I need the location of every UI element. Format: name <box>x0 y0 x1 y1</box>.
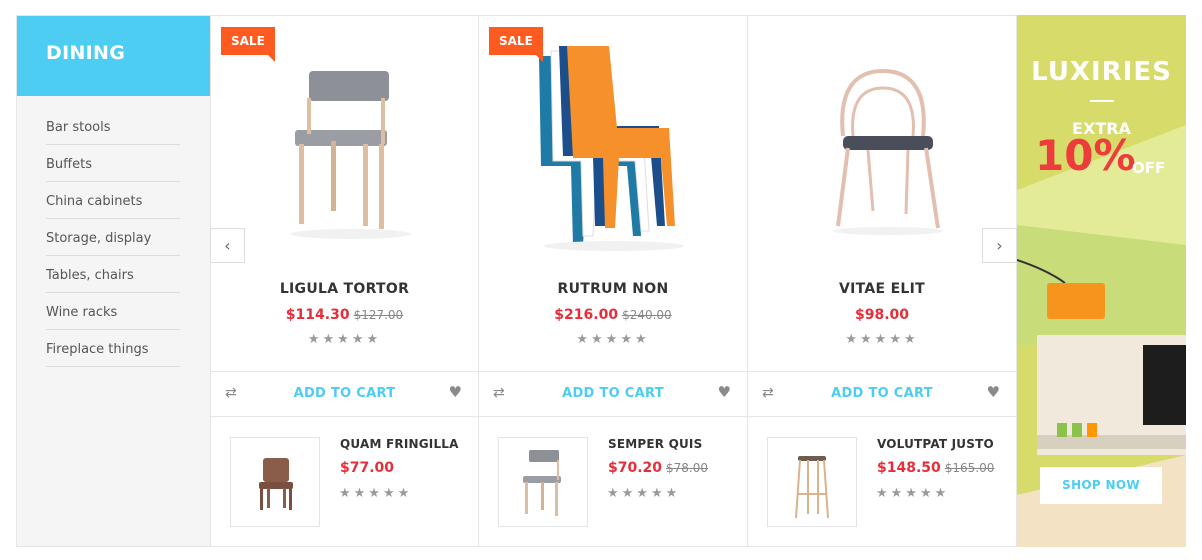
product-prices: $114.30 $127.00 <box>211 307 478 323</box>
product-card: SALE LIGULA TORTOR $114.30 $127.00 ★★★★★ … <box>210 16 479 546</box>
category-item[interactable]: Bar stools <box>46 108 180 145</box>
product-name[interactable]: RUTRUM NON <box>479 281 747 297</box>
product-card: SALE RUTRUM NON $216.00 $240.00 ★★★★★ ⇄ A… <box>479 16 748 546</box>
category-item[interactable]: China cabinets <box>46 182 180 219</box>
mini-product-price: $148.50 <box>877 460 941 476</box>
mini-product-prices: $70.20 $78.00 <box>608 460 708 476</box>
mini-product-old-price: $165.00 <box>944 461 995 475</box>
banner-title: LUXIRIES <box>1031 57 1172 87</box>
category-item[interactable]: Storage, display <box>46 219 180 256</box>
mini-product-old-price: $78.00 <box>666 461 709 475</box>
rating-stars: ★★★★★ <box>576 332 650 347</box>
mini-product: VOLUTPAT JUSTO $148.50 $165.00 ★★★★★ <box>748 418 1016 546</box>
category-item[interactable]: Fireplace things <box>46 330 180 367</box>
mini-rating-stars: ★★★★★ <box>607 486 681 501</box>
mini-product-image[interactable] <box>767 437 857 527</box>
product-actions: ⇄ ADD TO CART ♥ <box>748 371 1016 417</box>
carousel-prev-button[interactable]: ‹ <box>210 228 245 263</box>
category-list: Bar stools Buffets China cabinets Storag… <box>17 96 210 367</box>
bentwood-chair-icon <box>833 68 943 235</box>
grey-seat-chair-icon <box>523 450 561 516</box>
wishlist-heart-icon[interactable]: ♥ <box>449 383 462 401</box>
add-to-cart-button[interactable]: ADD TO CART <box>211 386 478 401</box>
banner-percent: 10% <box>1035 131 1136 180</box>
mini-product-price: $77.00 <box>340 460 395 476</box>
product-actions: ⇄ ADD TO CART ♥ <box>479 371 747 417</box>
category-item[interactable]: Buffets <box>46 145 180 182</box>
category-sidebar: DINING Bar stools Buffets China cabinets… <box>16 15 211 547</box>
mini-product-image[interactable] <box>498 437 588 527</box>
mini-product: QUAM FRINGILLA $77.00 ★★★★★ <box>211 418 478 546</box>
chevron-left-icon: ‹ <box>224 236 231 255</box>
sidebar-title: DINING <box>17 16 210 96</box>
product-old-price: $127.00 <box>353 308 404 322</box>
mini-product-prices: $148.50 $165.00 <box>877 460 994 476</box>
product-actions: ⇄ ADD TO CART ♥ <box>211 371 478 417</box>
mini-product: SEMPER QUIS $70.20 $78.00 ★★★★★ <box>479 418 747 546</box>
product-image-area[interactable]: SALE <box>211 16 478 271</box>
carousel-next-button[interactable]: › <box>982 228 1017 263</box>
mini-product-name[interactable]: SEMPER QUIS <box>608 437 702 451</box>
mini-rating-stars: ★★★★★ <box>876 486 950 501</box>
mini-product-name[interactable]: VOLUTPAT JUSTO <box>877 437 994 451</box>
add-to-cart-button[interactable]: ADD TO CART <box>748 386 1016 401</box>
wishlist-heart-icon[interactable]: ♥ <box>718 383 731 401</box>
category-item[interactable]: Tables, chairs <box>46 256 180 293</box>
product-prices: $98.00 <box>748 307 1016 323</box>
sale-badge: SALE <box>221 27 275 62</box>
product-image-area[interactable]: SALE <box>479 16 747 271</box>
banner-off: OFF <box>1132 159 1166 177</box>
banner-divider <box>1090 100 1114 102</box>
add-to-cart-button[interactable]: ADD TO CART <box>479 386 747 401</box>
shop-now-button[interactable]: SHOP NOW <box>1040 467 1162 504</box>
product-price: $216.00 <box>554 307 619 323</box>
wooden-armchair-icon <box>259 458 293 510</box>
product-name[interactable]: VITAE ELIT <box>748 281 1016 297</box>
promo-banner[interactable]: LUXIRIES EXTRA 10% OFF SHOP NOW <box>1017 15 1186 547</box>
wishlist-heart-icon[interactable]: ♥ <box>987 383 1000 401</box>
bar-stool-icon <box>795 456 829 519</box>
product-price: $114.30 <box>285 307 350 323</box>
rating-stars: ★★★★★ <box>845 332 919 347</box>
chevron-right-icon: › <box>996 236 1003 255</box>
product-name[interactable]: LIGULA TORTOR <box>211 281 478 297</box>
product-card: VITAE ELIT $98.00 ★★★★★ ⇄ ADD TO CART ♥ … <box>748 16 1017 546</box>
product-image-area[interactable] <box>748 16 1016 271</box>
mini-rating-stars: ★★★★★ <box>339 486 413 501</box>
product-old-price: $240.00 <box>622 308 672 322</box>
mini-product-name[interactable]: QUAM FRINGILLA <box>340 437 459 451</box>
mini-product-image[interactable] <box>230 437 320 527</box>
mini-product-prices: $77.00 <box>340 460 394 476</box>
product-prices: $216.00 $240.00 <box>479 307 747 323</box>
product-grid: SALE LIGULA TORTOR $114.30 $127.00 ★★★★★ … <box>210 15 1017 547</box>
category-item[interactable]: Wine racks <box>46 293 180 330</box>
mini-product-price: $70.20 <box>608 460 663 476</box>
rating-stars: ★★★★★ <box>307 332 382 347</box>
sale-badge: SALE <box>489 27 543 62</box>
product-price: $98.00 <box>854 307 910 323</box>
